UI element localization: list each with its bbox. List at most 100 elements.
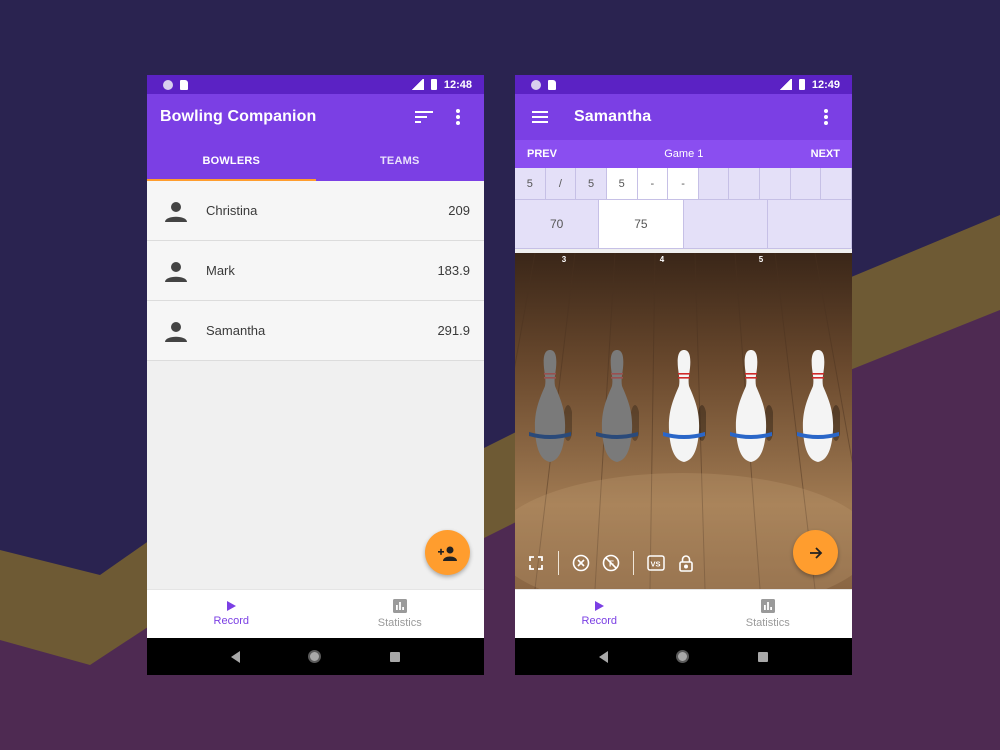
bowler-average: 291.9 [437, 323, 470, 338]
add-person-icon [437, 546, 457, 561]
bowler-list: Christina 209 Mark 183.9 Samantha 291.9 [147, 181, 484, 361]
list-item[interactable]: Mark 183.9 [147, 241, 484, 301]
app-bar: Bowling Companion [147, 94, 484, 140]
ball-cell[interactable]: / [545, 168, 577, 200]
chart-icon [760, 599, 775, 613]
toolbar-divider [633, 551, 634, 575]
more-vert-icon[interactable] [814, 105, 838, 129]
ball-cell[interactable]: 5 [515, 168, 546, 200]
pin-standing[interactable] [729, 348, 773, 468]
home-icon[interactable] [308, 650, 322, 663]
more-vert-icon[interactable] [446, 105, 470, 129]
svg-text:VS: VS [651, 560, 661, 569]
frame-total[interactable] [684, 200, 768, 248]
add-bowler-button[interactable] [425, 530, 470, 575]
frame-total-current[interactable]: 75 [599, 200, 684, 248]
vs-icon[interactable]: VS [645, 552, 667, 574]
status-bar: 12:49 [515, 75, 852, 94]
bottom-navigation: Record Statistics [147, 589, 484, 638]
tab-label: TEAMS [380, 154, 420, 167]
next-button[interactable]: NEXT [811, 148, 840, 160]
ball-cell[interactable]: - [637, 168, 669, 200]
chart-icon [392, 599, 407, 613]
ball-cell[interactable] [698, 168, 730, 200]
game-navigation: PREV Game 1 NEXT [515, 140, 852, 168]
tab-teams[interactable]: TEAMS [316, 140, 485, 181]
ball-cell-current[interactable]: 5 [606, 168, 638, 200]
battery-icon [430, 79, 437, 90]
status-bar: 12:48 [147, 75, 484, 94]
tab-bowlers[interactable]: BOWLERS [147, 140, 316, 181]
recents-icon[interactable] [389, 651, 400, 662]
frame-total[interactable]: 70 [515, 200, 600, 248]
nav-record[interactable]: Record [515, 590, 684, 638]
recents-icon[interactable] [757, 651, 768, 662]
app-bar: Samantha [515, 94, 852, 140]
frame-totals: 70 75 [515, 200, 852, 249]
back-icon[interactable] [599, 650, 609, 663]
arrow-forward-icon [809, 546, 822, 559]
game-screen: 12:49 Samantha PREV Game 1 NEXT 5 / 5 5 … [515, 75, 852, 675]
pin-knocked[interactable] [595, 348, 639, 468]
notification-dot-icon [163, 79, 173, 90]
bowler-average: 209 [448, 203, 470, 218]
toolbar-divider [558, 551, 559, 575]
nav-label: Record [213, 615, 249, 627]
ball-cell[interactable] [790, 168, 822, 200]
ball-cell[interactable]: - [668, 168, 699, 200]
ball-scores: 5 / 5 5 - - [515, 168, 852, 200]
list-item[interactable]: Christina 209 [147, 181, 484, 241]
notification-dot-icon [531, 79, 541, 90]
bowlers-screen: 12:48 Bowling Companion BOWLERS TEAMS Ch… [147, 75, 484, 675]
app-title: Bowling Companion [160, 108, 317, 125]
bowler-name: Samantha [206, 323, 266, 338]
bowler-title: Samantha [574, 108, 652, 125]
ball-cell[interactable]: 5 [576, 168, 607, 200]
status-time: 12:49 [811, 78, 840, 91]
ball-cell[interactable] [729, 168, 761, 200]
nav-label: Record [581, 615, 617, 627]
back-icon[interactable] [231, 650, 241, 663]
list-item[interactable]: Samantha 291.9 [147, 301, 484, 361]
bowler-name: Christina [206, 203, 258, 218]
sd-card-icon [548, 79, 556, 90]
signal-icon [410, 79, 424, 90]
clear-icon[interactable] [570, 552, 592, 574]
frame-total[interactable] [768, 200, 852, 248]
nav-statistics[interactable]: Statistics [684, 590, 853, 638]
menu-icon[interactable] [528, 105, 552, 129]
nav-statistics[interactable]: Statistics [316, 590, 485, 638]
pin-standing[interactable] [796, 348, 840, 468]
lock-icon[interactable] [675, 552, 697, 574]
ball-cell[interactable] [760, 168, 791, 200]
sort-icon[interactable] [412, 105, 436, 129]
pin-numbers: 3 4 5 [515, 255, 852, 265]
home-icon[interactable] [676, 650, 690, 663]
pin-number: 4 [659, 255, 665, 264]
nav-record[interactable]: Record [147, 590, 316, 638]
lane-toolbar: F VS [525, 551, 697, 575]
pin-number: 5 [758, 255, 764, 264]
foul-icon[interactable]: F [600, 552, 622, 574]
bowler-average: 183.9 [437, 263, 470, 278]
prev-button[interactable]: PREV [527, 148, 557, 160]
tab-label: BOWLERS [202, 154, 261, 167]
system-navigation [515, 638, 852, 675]
signal-icon [778, 79, 792, 90]
play-icon [226, 601, 236, 611]
person-icon [165, 201, 187, 222]
tab-bar: BOWLERS TEAMS [147, 140, 484, 181]
fullscreen-icon[interactable] [525, 552, 547, 574]
play-icon [594, 601, 604, 611]
person-icon [165, 261, 187, 282]
bowler-name: Mark [206, 263, 235, 278]
pin-knocked[interactable] [528, 348, 572, 468]
pin-standing[interactable] [662, 348, 706, 468]
nav-label: Statistics [745, 617, 790, 629]
pin-number: 3 [561, 255, 567, 264]
nav-label: Statistics [377, 617, 422, 629]
svg-text:F: F [609, 560, 614, 569]
next-ball-button[interactable] [793, 530, 838, 575]
ball-cell[interactable] [821, 168, 852, 200]
game-label[interactable]: Game 1 [664, 148, 703, 160]
